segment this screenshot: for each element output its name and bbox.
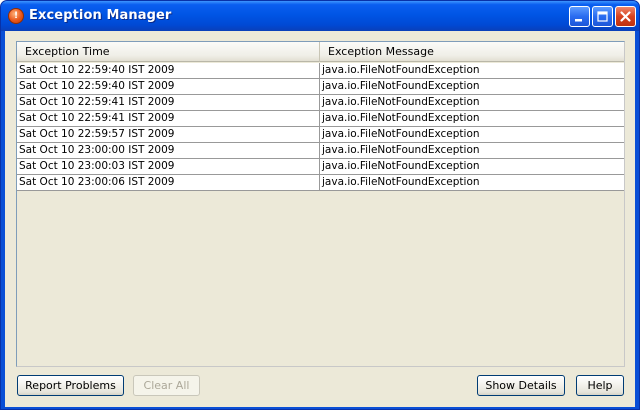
- column-header-exception-time[interactable]: Exception Time: [17, 42, 320, 62]
- minimize-icon: [575, 19, 582, 22]
- exception-message-cell: java.io.FileNotFoundException: [322, 160, 480, 172]
- app-icon-glyph: !: [13, 10, 19, 21]
- close-button[interactable]: [615, 6, 636, 27]
- maximize-icon: [597, 11, 608, 22]
- exception-manager-window: ! Exception Manager Exception Time Excep…: [0, 0, 640, 410]
- table-row[interactable]: Sat Oct 10 22:59:40 IST 2009 java.io.Fil…: [17, 79, 624, 95]
- exception-message-cell: java.io.FileNotFoundException: [322, 64, 480, 76]
- exception-time-cell: Sat Oct 10 23:00:03 IST 2009: [17, 159, 320, 174]
- maximize-button[interactable]: [592, 6, 613, 27]
- table-row[interactable]: Sat Oct 10 23:00:06 IST 2009 java.io.Fil…: [17, 175, 624, 191]
- exception-time-cell: Sat Oct 10 22:59:41 IST 2009: [17, 111, 320, 126]
- report-problems-button[interactable]: Report Problems: [17, 375, 124, 396]
- exception-message-cell: java.io.FileNotFoundException: [322, 112, 480, 124]
- window-client-area: Exception Time Exception Message Sat Oct…: [5, 31, 635, 407]
- show-details-button[interactable]: Show Details: [477, 375, 565, 396]
- exception-time-cell: Sat Oct 10 22:59:41 IST 2009: [17, 95, 320, 110]
- exception-message-cell: java.io.FileNotFoundException: [322, 96, 480, 108]
- table-row[interactable]: Sat Oct 10 22:59:57 IST 2009 java.io.Fil…: [17, 127, 624, 143]
- clear-all-button[interactable]: Clear All: [133, 375, 200, 396]
- table-row[interactable]: Sat Oct 10 23:00:03 IST 2009 java.io.Fil…: [17, 159, 624, 175]
- help-button[interactable]: Help: [576, 375, 624, 396]
- app-icon[interactable]: !: [8, 8, 24, 24]
- exception-table-panel: Exception Time Exception Message Sat Oct…: [16, 41, 625, 367]
- minimize-button[interactable]: [569, 6, 590, 27]
- exception-time-cell: Sat Oct 10 22:59:40 IST 2009: [17, 63, 320, 78]
- exception-time-cell: Sat Oct 10 22:59:40 IST 2009: [17, 79, 320, 94]
- table-body: Sat Oct 10 22:59:40 IST 2009 java.io.Fil…: [17, 63, 624, 191]
- close-icon: [620, 11, 631, 22]
- exception-message-cell: java.io.FileNotFoundException: [322, 80, 480, 92]
- exception-time-cell: Sat Oct 10 23:00:06 IST 2009: [17, 175, 320, 190]
- exception-message-cell: java.io.FileNotFoundException: [322, 128, 480, 140]
- exception-time-cell: Sat Oct 10 23:00:00 IST 2009: [17, 143, 320, 158]
- column-header-exception-message[interactable]: Exception Message: [320, 42, 624, 62]
- exception-table[interactable]: Exception Time Exception Message Sat Oct…: [17, 42, 624, 366]
- table-header: Exception Time Exception Message: [17, 42, 624, 62]
- table-row[interactable]: Sat Oct 10 22:59:40 IST 2009 java.io.Fil…: [17, 63, 624, 79]
- table-row[interactable]: Sat Oct 10 22:59:41 IST 2009 java.io.Fil…: [17, 95, 624, 111]
- exception-message-cell: java.io.FileNotFoundException: [322, 144, 480, 156]
- title-bar[interactable]: ! Exception Manager: [1, 1, 639, 31]
- exception-message-cell: java.io.FileNotFoundException: [322, 176, 480, 188]
- table-row[interactable]: Sat Oct 10 23:00:00 IST 2009 java.io.Fil…: [17, 143, 624, 159]
- table-row[interactable]: Sat Oct 10 22:59:41 IST 2009 java.io.Fil…: [17, 111, 624, 127]
- window-title: Exception Manager: [29, 8, 172, 23]
- exception-time-cell: Sat Oct 10 22:59:57 IST 2009: [17, 127, 320, 142]
